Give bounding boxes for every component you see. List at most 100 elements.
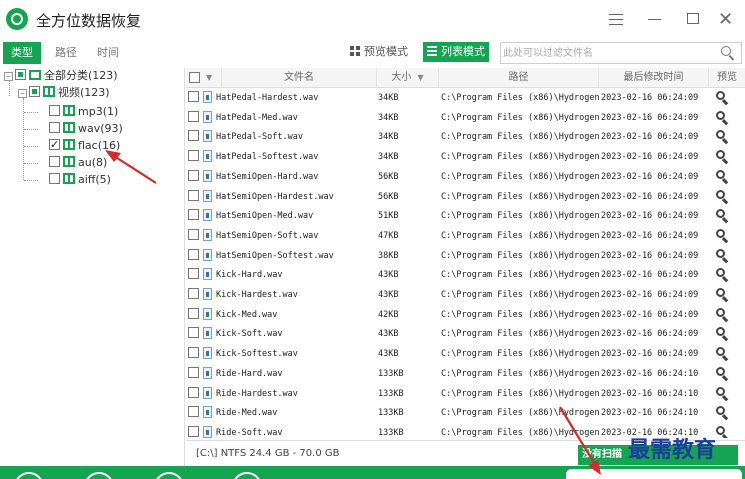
file-name: Kick-Softest.wav xyxy=(216,349,298,360)
collapse-icon[interactable]: − xyxy=(4,72,13,81)
table-row[interactable]: Kick-Soft.wav 43KB C:\Program Files (x86)\… xyxy=(186,324,745,344)
preview-magnifier-icon[interactable] xyxy=(716,307,729,322)
table-row[interactable]: HatSemiOpen-Hard.wav 56KB C:\Program Files… xyxy=(186,167,745,187)
preview-magnifier-icon[interactable] xyxy=(716,189,729,204)
table-row[interactable]: HatPedal-Softest.wav 34KB C:\Program Files… xyxy=(186,147,745,167)
file-name: HatSemiOpen-Soft.wav xyxy=(216,230,319,241)
row-checkbox[interactable] xyxy=(188,268,199,280)
table-row[interactable]: HatSemiOpen-Med.wav 51KB C:\Program Files … xyxy=(186,206,745,226)
action-button[interactable] xyxy=(232,472,262,479)
table-row[interactable]: Kick-Med.wav 42KB C:\Program Files (x86)\H… xyxy=(186,305,745,325)
action-button[interactable] xyxy=(154,472,184,479)
column-header-size[interactable]: 大小 ▼ xyxy=(377,68,439,88)
preview-magnifier-icon[interactable] xyxy=(716,406,729,421)
row-checkbox[interactable] xyxy=(188,248,199,260)
tree-root-checkbox[interactable] xyxy=(15,69,26,80)
table-row[interactable]: Ride-Hard.wav 133KB C:\Program Files (x86)… xyxy=(186,364,745,384)
table-row[interactable]: Ride-Med.wav 133KB C:\Program Files (x86)\… xyxy=(186,403,745,423)
preview-magnifier-icon[interactable] xyxy=(716,150,729,165)
table-row[interactable]: HatPedal-Med.wav 34KB C:\Program Files (x8… xyxy=(186,108,745,128)
table-row[interactable]: Kick-Hard.wav 43KB C:\Program Files (x86)\… xyxy=(186,265,745,285)
table-row[interactable]: Kick-Softest.wav 43KB C:\Program Files (x8… xyxy=(186,344,745,364)
select-all-header[interactable]: ▼ xyxy=(186,68,222,88)
row-checkbox[interactable] xyxy=(188,130,199,142)
table-row[interactable]: Ride-Hardest.wav 133KB C:\Program Files (x… xyxy=(186,384,745,404)
row-checkbox[interactable] xyxy=(188,347,199,359)
collapse-icon[interactable]: − xyxy=(18,89,27,98)
tree-node-video[interactable]: − 视频(123) xyxy=(18,85,110,101)
tree-item-checkbox[interactable] xyxy=(49,105,60,116)
filter-search-input[interactable] xyxy=(503,45,713,61)
file-name: HatPedal-Soft.wav xyxy=(216,132,303,143)
maximize-icon[interactable] xyxy=(684,10,702,28)
media-folder-icon xyxy=(43,86,55,97)
column-header-modified[interactable]: 最后修改时间 xyxy=(599,68,709,88)
tree-root[interactable]: − 全部分类(123) xyxy=(4,68,118,84)
tree-item-checkbox[interactable] xyxy=(49,122,60,133)
tree-item-aiff[interactable]: aiff(5) xyxy=(49,172,111,188)
action-button[interactable] xyxy=(84,472,114,479)
row-checkbox[interactable] xyxy=(188,150,199,162)
table-row[interactable]: HatSemiOpen-Hardest.wav 56KB C:\Program Fi… xyxy=(186,187,745,207)
table-row[interactable]: HatPedal-Soft.wav 34KB C:\Program Files (x… xyxy=(186,127,745,147)
row-checkbox[interactable] xyxy=(188,406,199,418)
table-header: ▼ 文件名 大小 ▼ 路径 最后修改时间 预览 xyxy=(186,68,745,88)
list-mode-button[interactable]: 列表模式 xyxy=(423,42,489,62)
preview-magnifier-icon[interactable] xyxy=(716,425,729,438)
row-checkbox[interactable] xyxy=(188,110,199,122)
preview-magnifier-icon[interactable] xyxy=(716,288,729,303)
preview-magnifier-icon[interactable] xyxy=(716,228,729,243)
tab-path[interactable]: 路径 xyxy=(50,42,82,64)
tree-item-checkbox[interactable] xyxy=(49,137,60,153)
row-checkbox[interactable] xyxy=(188,169,199,181)
tree-item-checkbox[interactable] xyxy=(49,173,60,184)
file-modified: 2023-02-16 06:24:09 xyxy=(601,211,699,222)
tree-item-wav[interactable]: wav(93) xyxy=(49,121,123,137)
table-row[interactable]: HatSemiOpen-Soft.wav 47KB C:\Program Files… xyxy=(186,226,745,246)
preview-magnifier-icon[interactable] xyxy=(716,327,729,342)
table-row[interactable]: Kick-Hardest.wav 43KB C:\Program Files (x8… xyxy=(186,285,745,305)
preview-magnifier-icon[interactable] xyxy=(716,209,729,224)
row-checkbox[interactable] xyxy=(188,327,199,339)
row-checkbox[interactable] xyxy=(188,189,199,201)
preview-magnifier-icon[interactable] xyxy=(716,366,729,381)
minimize-icon[interactable] xyxy=(646,10,664,28)
row-checkbox[interactable] xyxy=(188,288,199,299)
column-header-name[interactable]: 文件名 xyxy=(222,68,377,88)
file-name: HatPedal-Hardest.wav xyxy=(216,93,319,103)
search-icon[interactable] xyxy=(721,46,735,61)
tree-item-flac[interactable]: flac(16) xyxy=(49,137,120,154)
tree-item-au[interactable]: au(8) xyxy=(49,155,107,171)
row-checkbox[interactable] xyxy=(188,425,199,437)
preview-magnifier-icon[interactable] xyxy=(716,91,729,106)
row-checkbox[interactable] xyxy=(188,366,199,378)
row-checkbox[interactable] xyxy=(188,91,199,102)
tree-node-video-checkbox[interactable] xyxy=(29,86,40,97)
close-icon[interactable]: ✕ xyxy=(718,10,736,28)
select-all-checkbox[interactable] xyxy=(189,72,200,83)
row-checkbox[interactable] xyxy=(188,209,199,221)
preview-magnifier-icon[interactable] xyxy=(716,248,729,263)
column-header-path[interactable]: 路径 xyxy=(439,68,599,88)
tab-time[interactable]: 时间 xyxy=(92,42,124,64)
tree-item-mp3[interactable]: mp3(1) xyxy=(49,104,118,120)
preview-magnifier-icon[interactable] xyxy=(716,347,729,362)
preview-magnifier-icon[interactable] xyxy=(716,130,729,145)
row-checkbox[interactable] xyxy=(188,228,199,240)
tree-item-checkbox[interactable] xyxy=(49,156,60,167)
recover-button[interactable] xyxy=(566,469,742,479)
preview-magnifier-icon[interactable] xyxy=(716,268,729,283)
file-size: 43KB xyxy=(378,349,399,360)
preview-magnifier-icon[interactable] xyxy=(716,169,729,184)
preview-mode-button[interactable]: 预览模式 xyxy=(350,42,412,62)
row-checkbox[interactable] xyxy=(188,386,199,398)
preview-magnifier-icon[interactable] xyxy=(716,386,729,401)
tab-type[interactable]: 类型 xyxy=(3,42,41,64)
menu-icon[interactable] xyxy=(607,10,625,28)
row-checkbox[interactable] xyxy=(188,307,199,319)
preview-magnifier-icon[interactable] xyxy=(716,110,729,125)
table-row[interactable]: HatSemiOpen-Softest.wav 38KB C:\Program Fi… xyxy=(186,246,745,266)
table-row[interactable]: HatPedal-Hardest.wav 34KB C:\Program Files… xyxy=(186,88,745,108)
dropdown-icon[interactable]: ▼ xyxy=(206,68,212,88)
action-button[interactable] xyxy=(14,472,44,479)
